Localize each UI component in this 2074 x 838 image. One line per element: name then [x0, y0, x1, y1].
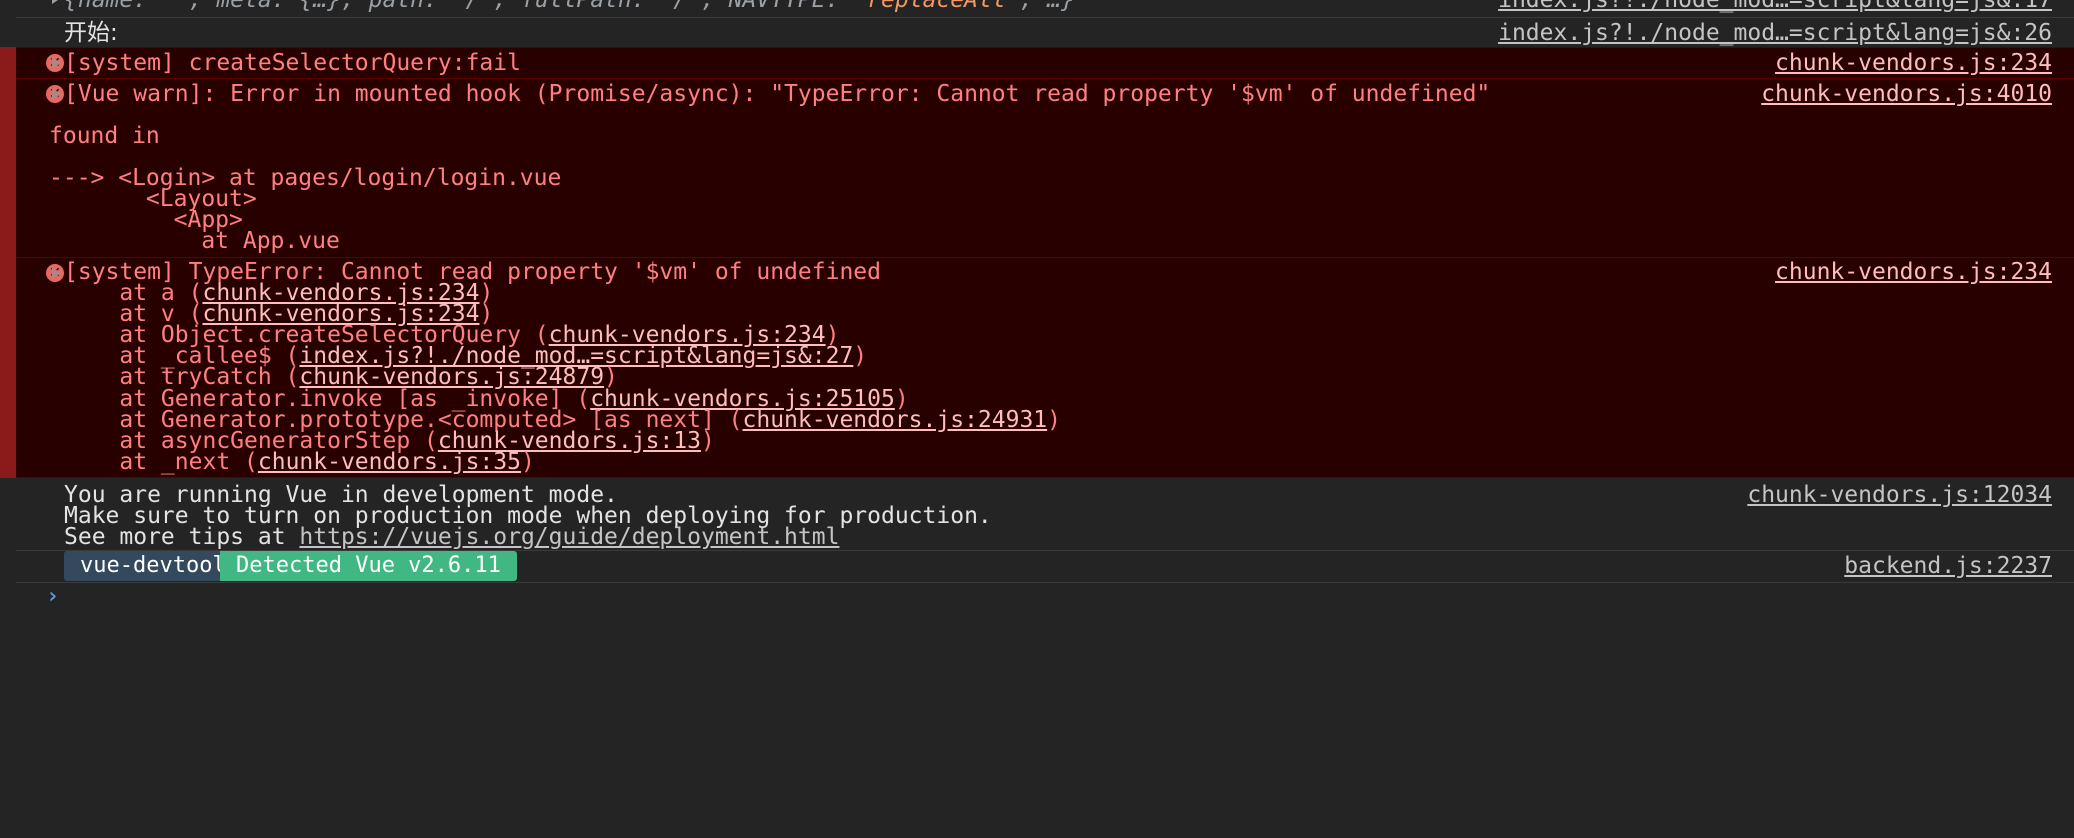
- stack-frame-source-link[interactable]: chunk-vendors.js:35: [258, 449, 521, 475]
- expand-triangle-icon[interactable]: [52, 88, 61, 100]
- source-link[interactable]: index.js?!./node_mod…=script&lang=js&:26: [1498, 19, 2052, 47]
- expand-triangle-icon[interactable]: [52, 57, 61, 69]
- console-message-log: 开始: index.js?!./node_mod…=script&lang=js…: [0, 18, 2074, 47]
- source-link[interactable]: chunk-vendors.js:4010: [1761, 80, 2052, 108]
- console-message-object[interactable]: {name: "", meta: {…}, path: "/", fullPat…: [0, 0, 2074, 16]
- stack-frame-close: ): [853, 343, 868, 370]
- object-preview-end: , …}: [1019, 0, 1075, 13]
- info-line: See more tips at: [64, 524, 300, 550]
- devtools-console: {name: "", meta: {…}, path: "/", fullPat…: [0, 0, 2074, 838]
- chevron-right-icon: ›: [46, 584, 60, 609]
- error-text: [Vue warn]: Error in mounted hook (Promi…: [64, 81, 1491, 107]
- log-text: 开始:: [64, 20, 118, 46]
- navtype-value: "replaceAll": [853, 0, 1020, 13]
- deployment-guide-link[interactable]: https://vuejs.org/guide/deployment.html: [299, 524, 839, 550]
- console-message-vue-dev-mode: You are running Vue in development mode.…: [0, 478, 2074, 550]
- source-link[interactable]: chunk-vendors.js:12034: [1747, 481, 2052, 509]
- stack-frame-source-link[interactable]: chunk-vendors.js:24931: [743, 407, 1048, 433]
- component-trace-line: at App.vue: [49, 228, 340, 254]
- source-link[interactable]: backend.js:2237: [1844, 552, 2052, 580]
- divider: [16, 78, 2074, 79]
- console-message-devtools: vue-devtools Detected Vue v2.6.11 backen…: [0, 551, 2074, 582]
- divider: [16, 47, 2074, 48]
- expand-triangle-icon[interactable]: [52, 267, 61, 279]
- console-prompt[interactable]: ›: [0, 583, 2074, 838]
- stack-frame-close: ): [520, 448, 535, 475]
- stack-frame: at _next (chunk-vendors.js:35): [64, 448, 535, 476]
- console-error-vue-warn: ✕ [Vue warn]: Error in mounted hook (Pro…: [0, 78, 2074, 257]
- stack-frame-function: at _next (: [64, 448, 258, 475]
- stack-frame-close: ): [700, 427, 715, 454]
- source-link[interactable]: index.js?!./node_mod…=script&lang=js&:17: [1498, 0, 2052, 14]
- console-error-selector-query: ✕ [system] createSelectorQuery:fail chun…: [0, 47, 2074, 78]
- object-preview: {name: "", meta: {…}, path: "/", fullPat…: [64, 0, 854, 13]
- source-link[interactable]: chunk-vendors.js:234: [1775, 49, 2052, 77]
- error-text: [system] createSelectorQuery:fail: [64, 50, 521, 76]
- expand-triangle-icon[interactable]: [52, 0, 61, 4]
- found-in-label: found in: [49, 123, 160, 149]
- stack-frame-close: ): [1047, 406, 1062, 433]
- source-link[interactable]: chunk-vendors.js:234: [1775, 258, 2052, 286]
- console-error-type-error: ✕ [system] TypeError: Cannot read proper…: [0, 257, 2074, 478]
- vue-version-badge: Detected Vue v2.6.11: [220, 551, 517, 581]
